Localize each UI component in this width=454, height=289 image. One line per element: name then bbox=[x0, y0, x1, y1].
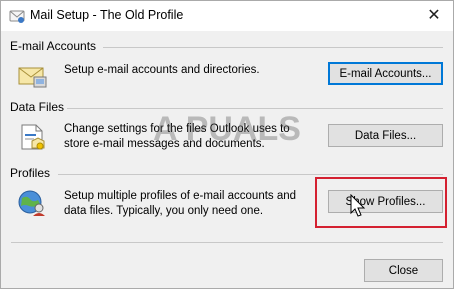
group-divider bbox=[103, 47, 443, 48]
email-envelope-icon bbox=[18, 67, 47, 88]
title-bar: Mail Setup - The Old Profile ✕ bbox=[1, 1, 453, 31]
data-files-description-line-2: store e-mail messages and documents. bbox=[64, 138, 265, 150]
profiles-globe-icon bbox=[18, 190, 45, 216]
close-window-button[interactable]: ✕ bbox=[423, 5, 445, 27]
mouse-pointer-icon bbox=[350, 194, 366, 217]
email-accounts-button[interactable]: E-mail Accounts... bbox=[328, 62, 443, 85]
profiles-description: Setup multiple profiles of e-mail accoun… bbox=[64, 189, 324, 219]
profiles-description-line-2: data files. Typically, you only need one… bbox=[64, 205, 264, 217]
close-icon: ✕ bbox=[427, 7, 441, 24]
highlight-box bbox=[315, 177, 447, 228]
close-button[interactable]: Close bbox=[364, 259, 443, 282]
profiles-group-label: Profiles bbox=[10, 166, 51, 180]
window-title: Mail Setup - The Old Profile bbox=[30, 8, 184, 22]
data-files-button[interactable]: Data Files... bbox=[328, 124, 443, 147]
email-accounts-description: Setup e-mail accounts and directories. bbox=[64, 64, 260, 76]
mail-setup-dialog: Mail Setup - The Old Profile ✕ E-mail Ac… bbox=[0, 0, 454, 289]
footer-divider bbox=[11, 242, 443, 243]
profiles-description-line-1: Setup multiple profiles of e-mail accoun… bbox=[64, 190, 297, 202]
data-files-group-label: Data Files bbox=[10, 100, 65, 114]
mail-setup-icon bbox=[9, 10, 25, 23]
data-files-description-line-1: Change settings for the files Outlook us… bbox=[64, 123, 290, 135]
data-files-description: Change settings for the files Outlook us… bbox=[64, 122, 324, 152]
data-file-icon bbox=[21, 124, 45, 150]
group-divider bbox=[67, 108, 443, 109]
email-accounts-group-label: E-mail Accounts bbox=[10, 39, 97, 53]
group-divider bbox=[58, 174, 443, 175]
